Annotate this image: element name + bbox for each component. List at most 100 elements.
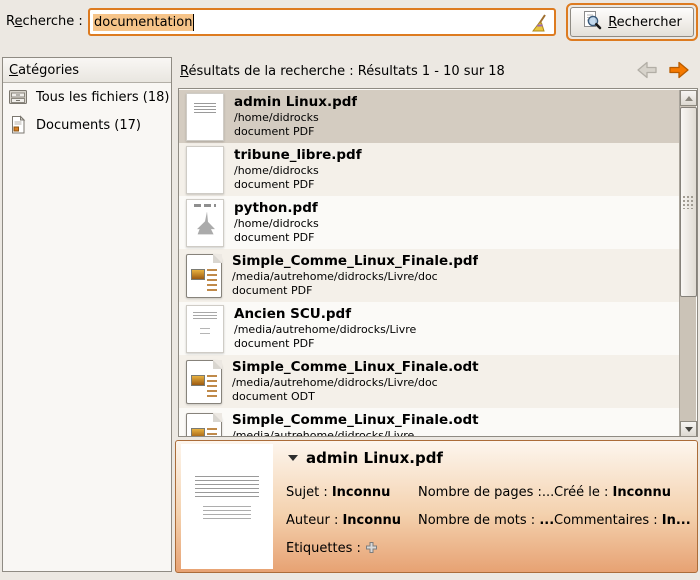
file-path: /media/autrehome/didrocks/Livre/doc (232, 376, 479, 390)
meta-label: Sujet : (286, 485, 332, 500)
meta-field: Auteur : Inconnu (286, 513, 418, 528)
preview-file-name: admin Linux.pdf (306, 449, 443, 467)
search-query-selected-text: documentation (93, 14, 194, 31)
result-row[interactable]: admin Linux.pdf /home/didrocks document … (179, 90, 679, 143)
scroll-up-button[interactable] (680, 90, 697, 106)
category-item[interactable]: Documents (17) (3, 111, 171, 139)
tags-field: Étiquettes : (286, 541, 418, 558)
meta-value: Inconnu (342, 513, 401, 528)
categories-panel: Catégories Tous les fichiers (18) Docume… (2, 57, 172, 572)
folded-corner (213, 254, 222, 263)
document-icon (8, 115, 28, 135)
file-name: admin Linux.pdf (234, 94, 357, 111)
result-row-text: Simple_Comme_Linux_Finale.odt /media/aut… (232, 359, 479, 404)
find-icon (582, 10, 602, 34)
file-path: /media/autrehome/didrocks/Livre (234, 323, 416, 337)
back-arrow-icon[interactable] (634, 59, 660, 81)
file-path: /home/didrocks (234, 217, 319, 231)
file-name: Simple_Comme_Linux_Finale.odt (232, 412, 479, 429)
categories-header[interactable]: Catégories (3, 58, 171, 83)
meta-field: Nombre de mots : ... (418, 513, 554, 528)
meta-label: Créé le : (554, 485, 613, 500)
scrollbar-thumb[interactable] (680, 107, 697, 297)
up-arrow-icon (685, 96, 693, 101)
file-type: document PDF (234, 337, 416, 351)
preview-title[interactable]: admin Linux.pdf (288, 449, 443, 467)
search-label: Recherche : (6, 14, 83, 29)
category-item[interactable]: Tous les fichiers (18) (3, 83, 171, 111)
broom-icon[interactable] (529, 13, 549, 33)
search-tool-window: Recherche : documentation (0, 0, 700, 580)
meta-field: Sujet : Inconnu (286, 485, 418, 500)
result-row-text: tribune_libre.pdf /home/didrocks documen… (234, 147, 362, 192)
file-name: Simple_Comme_Linux_Finale.pdf (232, 253, 478, 270)
preview-thumbnail (181, 444, 273, 569)
file-path: /home/didrocks (234, 164, 362, 178)
meta-value: ... (539, 513, 554, 528)
results-header-label: Résultats de la recherche : Résultats 1 … (180, 64, 505, 79)
search-button[interactable]: Rechercher (570, 7, 694, 37)
plus-icon[interactable] (365, 543, 378, 558)
meta-label: Commentaires : (554, 513, 662, 528)
result-row[interactable]: tribune_libre.pdf /home/didrocks documen… (179, 143, 679, 196)
scrollbar-grip (683, 196, 694, 209)
file-type: document PDF (234, 231, 319, 245)
file-type: document PDF (234, 125, 357, 139)
folded-corner (213, 360, 222, 369)
file-path: /home/didrocks (234, 111, 357, 125)
category-label: Documents (17) (36, 118, 141, 133)
file-thumbnail-icon (186, 305, 224, 353)
file-name: Ancien SCU.pdf (234, 306, 416, 323)
file-name: tribune_libre.pdf (234, 147, 362, 164)
search-input[interactable]: documentation (88, 8, 556, 36)
vertical-scrollbar[interactable] (679, 90, 696, 437)
result-row[interactable]: Simple_Comme_Linux_Finale.odt /media/aut… (179, 408, 679, 437)
file-thumbnail-icon (186, 146, 224, 194)
scroll-down-button[interactable] (680, 421, 697, 437)
result-row-text: admin Linux.pdf /home/didrocks document … (234, 94, 357, 139)
meta-label: Nombre de pages :... (418, 485, 554, 500)
thumbnail-lines (207, 375, 217, 399)
forward-arrow-icon[interactable] (666, 59, 692, 81)
file-type: document PDF (234, 178, 362, 192)
expander-icon[interactable] (288, 455, 298, 461)
meta-value: Inconnu (332, 485, 391, 500)
results-list: admin Linux.pdf /home/didrocks document … (178, 88, 698, 437)
search-button-label: Rechercher (608, 15, 682, 30)
file-thumbnail-icon (186, 93, 224, 141)
meta-label: Nombre de mots : (418, 513, 539, 528)
thumbnail-lines (207, 428, 217, 438)
file-name: python.pdf (234, 200, 319, 217)
meta-value: In... (662, 513, 691, 528)
file-cabinet-icon (8, 87, 28, 107)
file-thumbnail-icon (186, 199, 224, 247)
meta-field: Nombre de pages :... (418, 485, 554, 500)
search-button-focus-ring: Rechercher (566, 3, 698, 41)
thumbnail-lines (207, 269, 217, 293)
file-type: document PDF (232, 284, 478, 298)
result-row-text: python.pdf /home/didrocks document PDF (234, 200, 319, 245)
file-thumbnail-icon (186, 413, 222, 438)
down-arrow-icon (685, 427, 693, 432)
meta-field: Commentaires : In... (554, 513, 693, 528)
thumbnail-image (191, 428, 205, 438)
result-row[interactable]: Simple_Comme_Linux_Finale.pdf /media/aut… (179, 249, 679, 302)
result-row-text: Ancien SCU.pdf /media/autrehome/didrocks… (234, 306, 416, 351)
result-row[interactable]: Ancien SCU.pdf /media/autrehome/didrocks… (179, 302, 679, 355)
meta-field: Créé le : Inconnu (554, 485, 693, 500)
file-path: /media/autrehome/didrocks/Livre/doc (232, 270, 478, 284)
thumbnail-image (191, 375, 205, 386)
tags-label: Étiquettes : (286, 541, 365, 556)
category-label: Tous les fichiers (18) (36, 90, 169, 105)
file-thumbnail-icon (186, 254, 222, 298)
result-row[interactable]: Simple_Comme_Linux_Finale.odt /media/aut… (179, 355, 679, 408)
folded-corner (213, 413, 222, 422)
file-name: Simple_Comme_Linux_Finale.odt (232, 359, 479, 376)
file-type: document ODT (232, 390, 479, 404)
thumbnail-image (191, 269, 205, 280)
result-row-text: Simple_Comme_Linux_Finale.pdf /media/aut… (232, 253, 478, 298)
result-row[interactable]: python.pdf /home/didrocks document PDF (179, 196, 679, 249)
meta-value: Inconnu (613, 485, 672, 500)
file-preview-panel: admin Linux.pdf Sujet : InconnuNombre de… (175, 440, 698, 573)
file-thumbnail-icon (186, 360, 222, 404)
